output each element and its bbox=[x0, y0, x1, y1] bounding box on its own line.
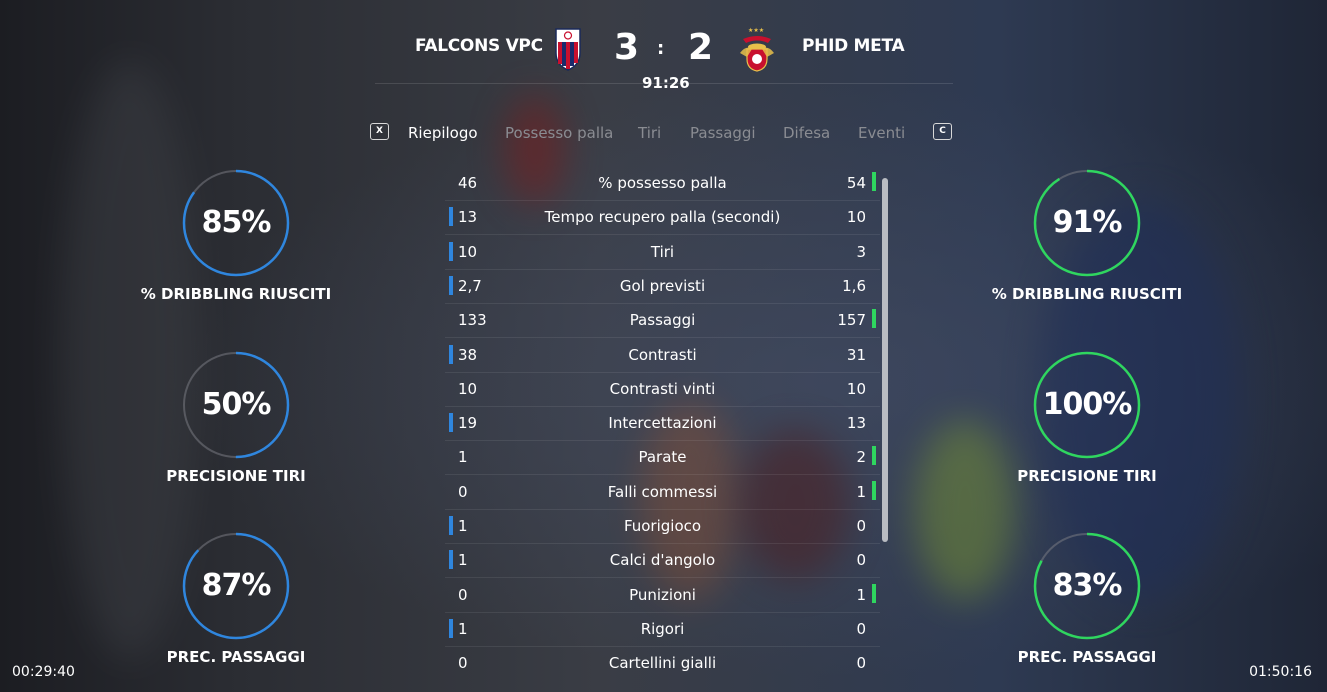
ring-value: 83% bbox=[1052, 568, 1123, 603]
ring-value: 50% bbox=[201, 387, 272, 422]
stat-name: Calci d'angolo bbox=[609, 551, 716, 570]
stat-row: 0 Punizioni 1 bbox=[445, 578, 880, 613]
tab-tiri[interactable]: Tiri bbox=[638, 124, 661, 142]
right-timer: 01:50:16 bbox=[1249, 664, 1312, 680]
stat-name: Parate bbox=[638, 448, 687, 467]
away-stat-value: 0 bbox=[856, 619, 866, 638]
stat-row: 1 Calci d'angolo 0 bbox=[445, 543, 880, 579]
away-stat-value: 13 bbox=[846, 414, 866, 433]
stat-row: 10 Tiri 3 bbox=[445, 235, 880, 270]
stat-name: Intercettazioni bbox=[608, 414, 717, 433]
away-stat-value: 157 bbox=[837, 311, 866, 330]
tab-passaggi[interactable]: Passaggi bbox=[690, 124, 756, 142]
home-dribbling-ring: 85% bbox=[181, 168, 291, 278]
stat-name: Fuorigioco bbox=[623, 517, 702, 535]
stats-tab-bar: X Riepilogo Possesso palla Tiri Passaggi… bbox=[370, 122, 960, 144]
ring-value: 87% bbox=[201, 568, 272, 603]
svg-text:★★★: ★★★ bbox=[748, 27, 764, 34]
stat-row: 0 Falli commessi 1 bbox=[445, 475, 880, 510]
home-team-name: FALCONS VPC bbox=[415, 36, 543, 56]
stat-name: % possesso palla bbox=[598, 174, 727, 192]
away-pass-accuracy-label: PREC. PASSAGGI bbox=[1017, 648, 1157, 666]
home-pass-accuracy-ring: 87% bbox=[181, 531, 291, 641]
stat-name: Falli commessi bbox=[607, 482, 718, 501]
tab-difesa[interactable]: Difesa bbox=[783, 124, 830, 142]
stat-name: Rigori bbox=[640, 619, 685, 638]
stat-name: Passaggi bbox=[629, 311, 696, 330]
away-crest-icon: ★★★ bbox=[740, 27, 774, 72]
stat-name: Gol previsti bbox=[619, 276, 706, 295]
away-stat-value: 10 bbox=[846, 379, 866, 398]
away-stat-value: 3 bbox=[856, 242, 866, 261]
scoreboard-header: FALCONS VPC 3 : 2 ★★★ PHID META 91:26 bbox=[0, 0, 1327, 100]
score-separator: : bbox=[657, 38, 665, 59]
stat-name: Cartellini gialli bbox=[608, 654, 717, 673]
stat-row: 1 Parate 2 bbox=[445, 440, 880, 476]
ring-value: 100% bbox=[1042, 387, 1133, 422]
background-wall bbox=[60, 60, 200, 660]
away-score: 2 bbox=[688, 27, 714, 68]
stat-row: 133 Passaggi 157 bbox=[445, 303, 880, 339]
away-stat-value: 0 bbox=[856, 654, 866, 673]
stat-name: Contrasti vinti bbox=[609, 379, 716, 398]
away-dribbling-label: % DRIBBLING RIUSCITI bbox=[991, 285, 1183, 303]
away-shot-accuracy-ring: 100% bbox=[1032, 350, 1142, 460]
away-stat-value: 0 bbox=[856, 517, 866, 535]
header-divider bbox=[375, 83, 953, 84]
next-tab-key-icon[interactable]: C bbox=[933, 123, 952, 140]
home-shot-accuracy-label: PRECISIONE TIRI bbox=[166, 467, 306, 485]
stat-name: Tiri bbox=[650, 242, 675, 261]
tab-possesso-palla[interactable]: Possesso palla bbox=[505, 124, 613, 142]
away-pass-accuracy-ring: 83% bbox=[1032, 531, 1142, 641]
home-dribbling-label: % DRIBBLING RIUSCITI bbox=[140, 285, 332, 303]
stat-row: 1 Rigori 0 bbox=[445, 612, 880, 647]
prev-tab-key-icon[interactable]: X bbox=[370, 123, 389, 140]
stat-row: 46% possesso palla 54 bbox=[445, 166, 880, 201]
stat-row: 19 Intercettazioni 13 bbox=[445, 406, 880, 442]
away-stat-value: 1 bbox=[856, 585, 866, 604]
stat-row: 38 Contrasti 31 bbox=[445, 338, 880, 373]
stat-row: 0 Cartellini gialli 0 bbox=[445, 646, 880, 680]
stats-scrollbar[interactable] bbox=[882, 178, 888, 542]
away-stat-value: 1,6 bbox=[842, 276, 866, 295]
ring-value: 85% bbox=[201, 205, 272, 240]
stats-table: 46% possesso palla 54 13 Tempo recupero pal… bbox=[445, 166, 880, 680]
away-stat-value: 0 bbox=[856, 551, 866, 570]
away-dribbling-ring: 91% bbox=[1032, 168, 1142, 278]
stat-name: Contrasti bbox=[628, 345, 697, 364]
home-shot-accuracy-ring: 50% bbox=[181, 350, 291, 460]
background-steward bbox=[915, 420, 1015, 600]
stat-name: Punizioni bbox=[629, 585, 696, 604]
away-stat-value: 2 bbox=[856, 448, 866, 467]
stat-row: 10 Contrasti vinti 10 bbox=[445, 372, 880, 407]
away-stat-value: 54 bbox=[846, 174, 866, 192]
stat-row: 13 Tempo recupero palla (secondi) 10 bbox=[445, 200, 880, 236]
tab-riepilogo[interactable]: Riepilogo bbox=[408, 124, 478, 142]
tab-eventi[interactable]: Eventi bbox=[858, 124, 905, 142]
ring-value: 91% bbox=[1052, 205, 1123, 240]
away-stat-value: 10 bbox=[846, 208, 866, 227]
left-timer: 00:29:40 bbox=[12, 664, 75, 680]
stat-row: 2,7 Gol previsti 1,6 bbox=[445, 269, 880, 304]
away-team-name: PHID META bbox=[802, 36, 905, 56]
home-crest-icon bbox=[555, 28, 581, 71]
home-pass-accuracy-label: PREC. PASSAGGI bbox=[166, 648, 306, 666]
away-stat-value: 1 bbox=[856, 482, 866, 501]
away-shot-accuracy-label: PRECISIONE TIRI bbox=[1017, 467, 1157, 485]
home-score: 3 bbox=[614, 27, 640, 68]
away-stat-value: 31 bbox=[846, 345, 866, 364]
stat-row: 1 Fuorigioco 0 bbox=[445, 509, 880, 544]
stat-name: Tempo recupero palla (secondi) bbox=[544, 208, 781, 227]
